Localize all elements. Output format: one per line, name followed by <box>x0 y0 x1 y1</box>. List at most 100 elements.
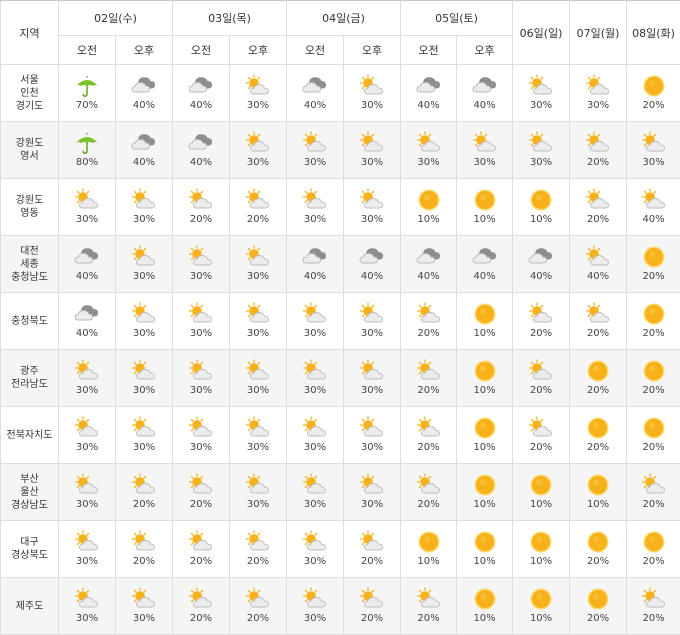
precipitation-probability: 20% <box>173 613 229 625</box>
precipitation-probability: 30% <box>116 214 172 226</box>
date-header: 06일(일) <box>513 1 570 65</box>
sun-behind-cloud-icon <box>357 416 387 440</box>
precipitation-probability: 30% <box>230 385 286 397</box>
sun-behind-cloud-icon <box>243 359 273 383</box>
sun-icon <box>639 245 669 269</box>
pm-header: 오후 <box>116 36 173 65</box>
forecast-cell: 20% <box>173 179 230 236</box>
am-header: 오전 <box>173 36 230 65</box>
forecast-cell: 30% <box>344 179 401 236</box>
forecast-cell: 30% <box>344 293 401 350</box>
forecast-cell: 30% <box>116 236 173 293</box>
precipitation-probability: 30% <box>344 385 400 397</box>
precipitation-probability: 30% <box>116 442 172 454</box>
forecast-cell: 20% <box>627 236 680 293</box>
precipitation-probability: 20% <box>627 328 680 340</box>
region-name: 제주도 <box>1 578 59 635</box>
region-row: 부산울산경상남도 30% 20% <box>1 464 680 521</box>
forecast-cell: 30% <box>116 578 173 635</box>
precipitation-probability: 10% <box>570 499 626 511</box>
forecast-cell: 40% <box>457 236 513 293</box>
sun-behind-cloud-icon <box>300 587 330 611</box>
precipitation-probability: 20% <box>230 214 286 226</box>
forecast-cell: 30% <box>287 578 344 635</box>
sun-icon <box>470 473 500 497</box>
forecast-cell: 10% <box>457 407 513 464</box>
forecast-cell: 30% <box>173 236 230 293</box>
umbrella-rain-icon <box>72 131 102 155</box>
sun-behind-cloud-icon <box>526 302 556 326</box>
date-header: 03일(목) <box>173 1 287 36</box>
forecast-cell: 30% <box>116 179 173 236</box>
sun-icon <box>583 473 613 497</box>
precipitation-probability: 30% <box>173 442 229 454</box>
sun-behind-cloud-icon <box>583 131 613 155</box>
forecast-cell: 40% <box>344 236 401 293</box>
forecast-cell: 20% <box>570 350 627 407</box>
weekly-forecast-table: 지역 02일(수)03일(목)04일(금)05일(토)06일(일)07일(월)0… <box>0 0 680 635</box>
cloudy-icon <box>300 245 330 269</box>
region-row: 서울인천경기도 70% 40% 40% 30% 40% <box>1 65 680 122</box>
sun-behind-cloud-icon <box>72 530 102 554</box>
sun-behind-cloud-icon <box>300 530 330 554</box>
cloudy-icon <box>414 74 444 98</box>
region-name-line: 부산 <box>1 473 58 486</box>
sun-behind-cloud-icon <box>357 302 387 326</box>
pm-header: 오후 <box>457 36 513 65</box>
precipitation-probability: 10% <box>457 499 512 511</box>
forecast-cell: 20% <box>513 350 570 407</box>
precipitation-probability: 30% <box>287 442 343 454</box>
sun-behind-cloud-icon <box>129 587 159 611</box>
am-header: 오전 <box>59 36 116 65</box>
region-name: 대전세종충청남도 <box>1 236 59 293</box>
sun-behind-cloud-icon <box>300 188 330 212</box>
forecast-cell: 30% <box>513 122 570 179</box>
precipitation-probability: 40% <box>513 271 569 283</box>
precipitation-probability: 30% <box>344 157 400 169</box>
forecast-cell: 20% <box>173 464 230 521</box>
region-name-line: 경상남도 <box>1 499 58 512</box>
precipitation-probability: 20% <box>116 499 172 511</box>
sun-behind-cloud-icon <box>186 245 216 269</box>
precipitation-probability: 30% <box>230 100 286 112</box>
precipitation-probability: 10% <box>513 214 569 226</box>
precipitation-probability: 10% <box>457 556 512 568</box>
sun-icon <box>639 359 669 383</box>
region-name-line: 영서 <box>1 150 58 163</box>
region-name: 서울인천경기도 <box>1 65 59 122</box>
precipitation-probability: 30% <box>59 499 115 511</box>
forecast-cell: 30% <box>344 464 401 521</box>
forecast-cell: 30% <box>116 293 173 350</box>
precipitation-probability: 30% <box>287 214 343 226</box>
date-header: 04일(금) <box>287 1 401 36</box>
forecast-cell: 30% <box>173 350 230 407</box>
sun-behind-cloud-icon <box>186 530 216 554</box>
forecast-cell: 20% <box>344 521 401 578</box>
forecast-cell: 10% <box>457 179 513 236</box>
sun-icon <box>583 530 613 554</box>
forecast-cell: 70% <box>59 65 116 122</box>
sun-behind-cloud-icon <box>639 188 669 212</box>
precipitation-probability: 20% <box>173 214 229 226</box>
precipitation-probability: 40% <box>287 100 343 112</box>
sun-behind-cloud-icon <box>243 473 273 497</box>
forecast-cell: 10% <box>513 578 570 635</box>
forecast-cell: 20% <box>513 293 570 350</box>
sun-icon <box>639 530 669 554</box>
sun-behind-cloud-icon <box>357 188 387 212</box>
region-name: 대구경상북도 <box>1 521 59 578</box>
region-row: 대구경상북도 30% 20% 20 <box>1 521 680 578</box>
sun-behind-cloud-icon <box>72 359 102 383</box>
forecast-cell: 30% <box>173 293 230 350</box>
sun-behind-cloud-icon <box>186 359 216 383</box>
precipitation-probability: 30% <box>287 385 343 397</box>
precipitation-probability: 10% <box>401 214 456 226</box>
precipitation-probability: 30% <box>401 157 456 169</box>
precipitation-probability: 40% <box>59 328 115 340</box>
region-name-line: 대전 <box>1 245 58 258</box>
sun-behind-cloud-icon <box>526 74 556 98</box>
precipitation-probability: 30% <box>287 328 343 340</box>
sun-behind-cloud-icon <box>186 473 216 497</box>
forecast-cell: 30% <box>230 350 287 407</box>
precipitation-probability: 30% <box>59 613 115 625</box>
